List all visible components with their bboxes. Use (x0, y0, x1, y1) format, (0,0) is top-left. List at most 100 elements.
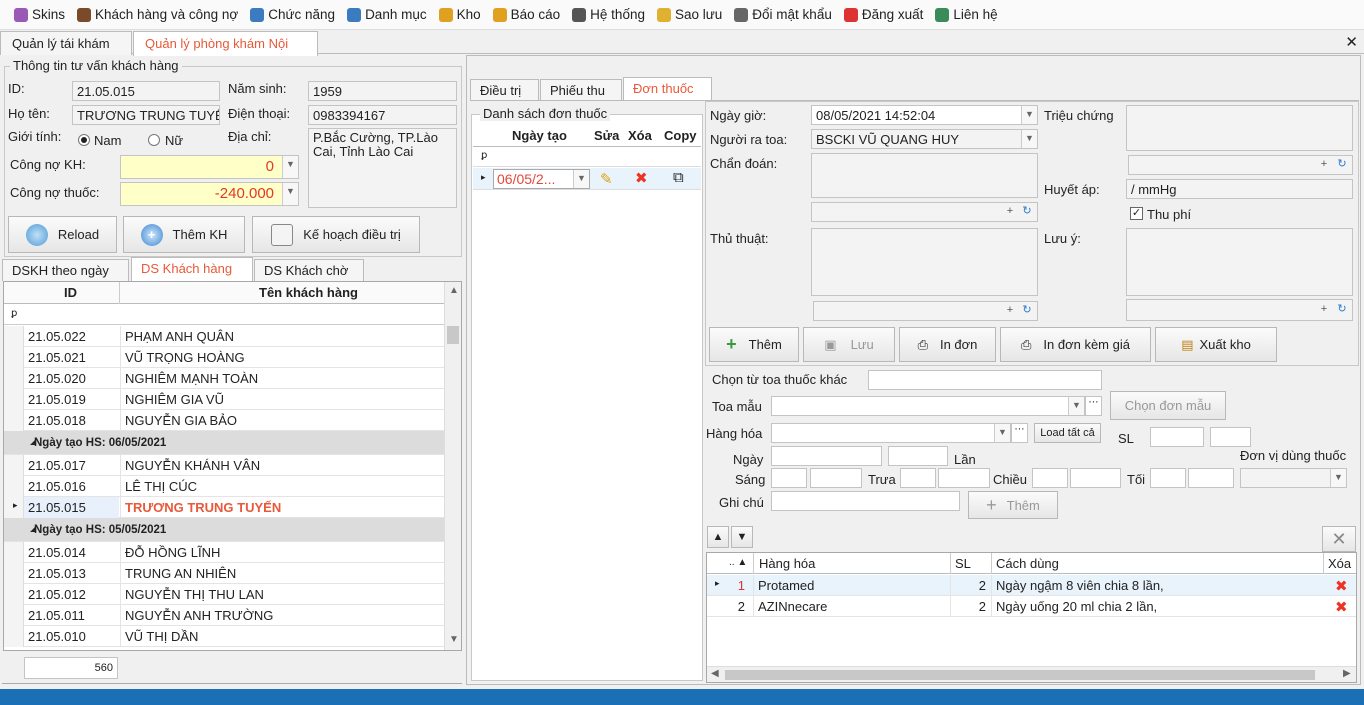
col-usage[interactable]: Cách dùng (996, 556, 1059, 571)
tab-customers-by-date[interactable]: DSKH theo ngày (2, 259, 129, 281)
morning-field[interactable] (771, 468, 807, 488)
chevron-down-icon[interactable]: ▼ (282, 183, 298, 205)
chevron-down-icon[interactable]: ▼ (1021, 106, 1037, 124)
goods-field[interactable]: ▼ (771, 423, 1011, 443)
refresh-icon[interactable]: ↻ (1334, 302, 1350, 318)
table-row[interactable]: 21.05.017 NGUYỄN KHÁNH VÂN (4, 455, 444, 476)
phone-field[interactable]: 0983394167 (308, 105, 457, 125)
table-row[interactable]: 21.05.012 NGUYỄN THỊ THU LAN (4, 584, 444, 605)
tab-customer-list[interactable]: DS Khách hàng (131, 257, 253, 281)
col-name[interactable]: Tên khách hàng (259, 285, 358, 300)
refresh-icon[interactable]: ↻ (1334, 157, 1350, 173)
day-field[interactable] (771, 446, 882, 466)
add-icon[interactable]: + (1002, 204, 1018, 220)
col-edit[interactable]: Sửa (594, 128, 619, 143)
choose-template-button[interactable]: Chọn đơn mẫu (1110, 391, 1226, 420)
export-stock-button[interactable]: ▤ Xuất kho (1155, 327, 1277, 362)
menu-item-4[interactable]: Kho (438, 7, 481, 22)
table-row[interactable]: 21.05.022 PHẠM ANH QUÂN (4, 326, 444, 347)
name-field[interactable]: TRƯƠNG TRUNG TUYẾN (72, 105, 220, 125)
more-icon[interactable]: ⋯ (1011, 423, 1028, 443)
refresh-icon[interactable]: ↻ (1019, 204, 1035, 220)
menu-item-2[interactable]: Chức năng (250, 7, 335, 22)
add-icon[interactable]: + (1002, 303, 1018, 319)
drug-row[interactable]: ▸ 1 Protamed 2 Ngày ngậm 8 viên chia 8 lần, ✖ (707, 575, 1356, 596)
afternoon-unit-field[interactable] (1070, 468, 1121, 488)
table-row[interactable]: 21.05.014 ĐỖ HỒNG LĨNH (4, 542, 444, 563)
tab-re-examination[interactable]: Quản lý tái khám (0, 31, 132, 55)
drug-debt-field[interactable]: -240.000 ▼ (120, 182, 299, 206)
add-customer-button[interactable]: + Thêm KH (123, 216, 245, 253)
menu-item-9[interactable]: Đăng xuất (843, 7, 923, 22)
more-icon[interactable]: ⋯ (1085, 396, 1102, 416)
evening-unit-field[interactable] (1188, 468, 1234, 488)
filter-icon[interactable]: ꝑ (481, 150, 487, 161)
menu-item-5[interactable]: Báo cáo (492, 7, 560, 22)
col-copy[interactable]: Copy (664, 128, 697, 143)
menu-item-7[interactable]: Sao lưu (656, 7, 722, 22)
delete-icon[interactable]: ✖ (635, 169, 648, 187)
tab-receipt[interactable]: Phiếu thu (540, 79, 622, 101)
edit-pencil-icon[interactable]: ✎ (600, 170, 613, 188)
tab-treatment[interactable]: Điều trị (470, 79, 539, 101)
move-up-icon[interactable]: ▲ (707, 526, 729, 548)
noon-unit-field[interactable] (938, 468, 990, 488)
rx-date-field[interactable]: 06/05/2... ▼ (493, 169, 590, 189)
add-rx-button[interactable]: + Thêm (709, 327, 799, 362)
noon-field[interactable] (900, 468, 936, 488)
tab-waiting-list[interactable]: DS Khách chờ (254, 259, 364, 281)
reload-button[interactable]: Reload (8, 216, 117, 253)
add-icon[interactable]: + (1316, 157, 1332, 173)
group-row[interactable]: ◢ Ngày tạo HS: 06/05/2021 (4, 431, 444, 455)
col-goods[interactable]: Hàng hóa (759, 556, 815, 571)
menu-item-0[interactable]: Skins (14, 7, 65, 22)
menu-item-1[interactable]: Khách hàng và công nợ (77, 7, 238, 22)
diagnosis-field[interactable] (811, 153, 1038, 198)
add-drug-button[interactable]: + Thêm (968, 491, 1058, 519)
copy-icon[interactable]: ⧉ (673, 169, 684, 186)
col-created-date[interactable]: Ngày tạo (512, 128, 567, 143)
rx-row[interactable]: ▸ 06/05/2... ▼ ✎ ✖ ⧉ (473, 168, 701, 190)
menu-item-10[interactable]: Liên hệ (935, 7, 998, 22)
evening-field[interactable] (1150, 468, 1186, 488)
qty-field[interactable] (1150, 427, 1204, 447)
chevron-down-icon[interactable]: ▼ (994, 424, 1010, 442)
clear-all-icon[interactable]: ✕ (1322, 526, 1356, 552)
tab-prescription[interactable]: Đơn thuốc (623, 77, 712, 101)
table-row[interactable]: 21.05.021 VŨ TRỌNG HOÀNG (4, 347, 444, 368)
menu-item-3[interactable]: Danh mục (347, 7, 427, 22)
morning-unit-field[interactable] (810, 468, 862, 488)
female-radio[interactable] (148, 134, 160, 146)
refresh-icon[interactable]: ↻ (1019, 303, 1035, 319)
qty-unit-field[interactable] (1210, 427, 1251, 447)
male-radio[interactable] (78, 134, 90, 146)
save-button[interactable]: ▣ Lưu (803, 327, 895, 362)
id-field[interactable]: 21.05.015 (72, 81, 220, 101)
afternoon-field[interactable] (1032, 468, 1068, 488)
delete-icon[interactable]: ✖ (1331, 574, 1352, 595)
chevron-down-icon[interactable]: ▼ (282, 156, 298, 178)
table-row[interactable]: 21.05.013 TRUNG AN NHIÊN (4, 563, 444, 584)
table-row[interactable]: 21.05.011 NGUYỄN ANH TRƯỜNG (4, 605, 444, 626)
datetime-field[interactable]: 08/05/2021 14:52:04 ▼ (811, 105, 1038, 125)
move-down-icon[interactable]: ▼ (731, 526, 753, 548)
fee-checkbox[interactable]: ✓ (1130, 207, 1143, 220)
col-delete[interactable]: Xóa (628, 128, 652, 143)
col-id[interactable]: ID (64, 285, 77, 300)
tab-internal-clinic[interactable]: Quản lý phòng khám Nội (133, 31, 318, 56)
choose-other-rx-field[interactable] (868, 370, 1102, 390)
close-icon[interactable]: ✕ (1345, 33, 1358, 51)
filter-icon[interactable]: ꝑ (11, 308, 17, 319)
col-delete[interactable]: Xóa (1328, 556, 1351, 571)
times-field[interactable] (888, 446, 948, 466)
drug-row[interactable]: 2 AZINnecare 2 Ngày uống 20 ml chia 2 lần, ✖ (707, 596, 1356, 617)
procedure-field[interactable] (811, 228, 1038, 296)
delete-icon[interactable]: ✖ (1331, 595, 1352, 616)
table-row[interactable]: 21.05.020 NGHIÊM MẠNH TOÀN (4, 368, 444, 389)
debt-field[interactable]: 0 ▼ (120, 155, 299, 179)
chevron-down-icon[interactable]: ▼ (1068, 397, 1084, 415)
treatment-plan-button[interactable]: Kế hoạch điều trị (252, 216, 420, 253)
table-row[interactable]: 21.05.016 LÊ THỊ CÚC (4, 476, 444, 497)
note-input-field[interactable] (771, 491, 960, 511)
print-with-price-button[interactable]: ⎙ In đơn kèm giá (1000, 327, 1151, 362)
